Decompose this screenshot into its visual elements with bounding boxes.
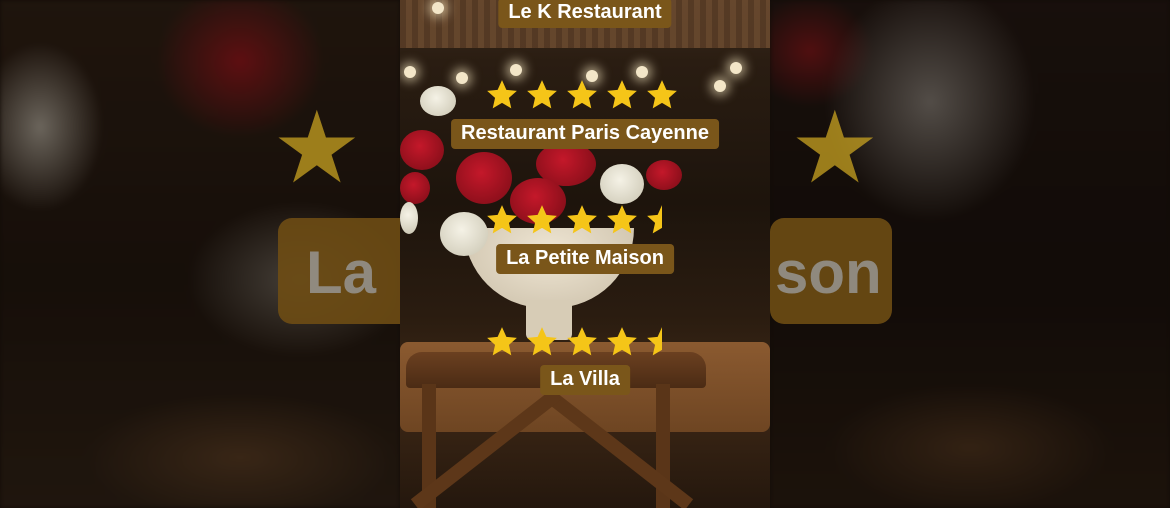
star-icon — [485, 78, 519, 112]
star-icon — [485, 325, 519, 359]
blurred-label-text-left: La — [306, 239, 377, 306]
rating-stars — [482, 325, 682, 359]
star-icon — [645, 203, 679, 237]
star-icon — [525, 325, 559, 359]
restaurant-name-le-k: Le K Restaurant — [498, 0, 672, 28]
rating-stars — [482, 203, 682, 237]
star-icon — [565, 203, 599, 237]
star-icon — [565, 325, 599, 359]
star-icon — [605, 203, 639, 237]
star-icon — [485, 203, 519, 237]
blurred-label-text-right: son — [775, 239, 882, 306]
video-thumbnail[interactable]: ★ ★ La son Le K Restaurant Restaurant Pa… — [0, 0, 1170, 508]
rating-stars — [482, 78, 682, 112]
star-icon — [645, 78, 679, 112]
star-icon — [605, 325, 639, 359]
star-icon — [525, 203, 559, 237]
restaurant-name-la-petite-maison: La Petite Maison — [496, 244, 674, 274]
star-icon — [645, 325, 679, 359]
background-star-icon: ★ — [272, 92, 362, 204]
background-star-icon: ★ — [790, 92, 880, 204]
restaurant-name-la-villa: La Villa — [540, 365, 630, 395]
restaurant-name-paris-cayenne: Restaurant Paris Cayenne — [451, 119, 719, 149]
star-icon — [525, 78, 559, 112]
star-icon — [605, 78, 639, 112]
star-icon — [565, 78, 599, 112]
